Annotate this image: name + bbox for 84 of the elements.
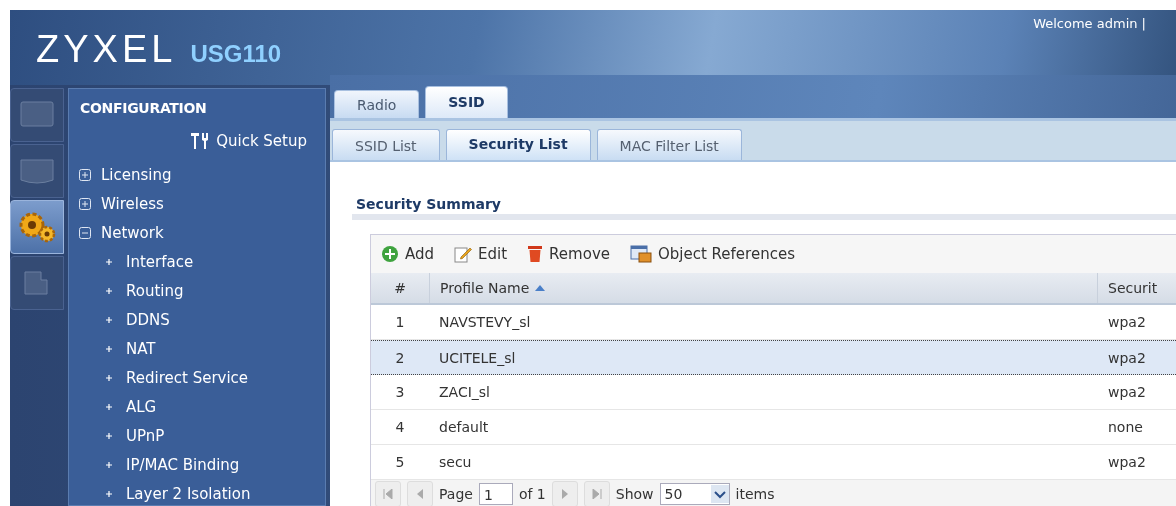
subtab[interactable]: MAC Filter List: [596, 129, 742, 160]
toolbar-button[interactable]: Add: [381, 245, 435, 263]
toolbar-button[interactable]: Edit: [454, 245, 508, 263]
monitor-icon: [19, 156, 55, 186]
show-label: Show: [615, 486, 654, 502]
sidebar-subitem[interactable]: NAT: [69, 334, 325, 363]
bullet-icon: [106, 345, 112, 352]
table-cell-text: none: [1107, 419, 1144, 435]
bullet-icon: [106, 316, 112, 323]
next-icon: [559, 489, 570, 499]
table-cell-text: 5: [394, 454, 406, 470]
table-cell-text: NAVSTEVY_sl: [438, 314, 532, 330]
bullet-icon: [106, 258, 112, 265]
welcome-text: Welcome admin |: [1033, 15, 1146, 33]
sidebar-item[interactable]: Wireless: [69, 189, 325, 218]
expander-icon: [79, 168, 91, 181]
sidebar-subitem[interactable]: Routing: [69, 276, 325, 305]
logo: ZYXEL: [36, 28, 177, 71]
sidebar-subitem[interactable]: DDNS: [69, 305, 325, 334]
subtab[interactable]: SSID List: [332, 129, 440, 160]
previous-page-button[interactable]: [407, 481, 433, 506]
screen-icon: [19, 100, 55, 130]
trash-icon: [527, 245, 544, 263]
table-cell-text: UCITELE_sl: [438, 349, 517, 366]
section-title: Security Summary: [352, 196, 1176, 220]
window-icon: [630, 245, 652, 263]
table-row[interactable]: 3 ZACI_sl wpa2: [371, 375, 1176, 410]
bullet-icon: [106, 432, 112, 439]
page-size-dropdown[interactable]: 50: [659, 483, 730, 505]
toolbar-button[interactable]: Object References: [630, 245, 795, 263]
sidebar-subitem[interactable]: ALG: [69, 392, 325, 421]
add-icon: [381, 245, 399, 263]
expander-icon: [79, 226, 91, 239]
sidebar-subitem[interactable]: Layer 2 Isolation: [69, 479, 325, 506]
last-page-button[interactable]: [583, 481, 610, 506]
tab[interactable]: Radio: [334, 90, 420, 118]
table-cell-text: ZACI_sl: [438, 384, 491, 400]
table-cell-text: secu: [438, 454, 473, 470]
table-cell-text: 1: [394, 314, 406, 330]
quick-setup-link[interactable]: Quick Setup: [190, 116, 325, 160]
first-page-icon: [383, 489, 393, 499]
page-count: of 1: [518, 486, 546, 502]
table-cell-text: wpa2: [1107, 384, 1147, 400]
nav-rail-button[interactable]: [10, 200, 64, 254]
previous-icon: [415, 489, 425, 499]
first-page-button[interactable]: [375, 481, 401, 506]
last-page-icon: [591, 489, 602, 499]
expander-icon: [79, 197, 91, 210]
table-cell-text: 4: [394, 419, 406, 435]
tab[interactable]: SSID: [425, 86, 508, 118]
sidebar-item[interactable]: Network: [69, 218, 325, 247]
next-page-button[interactable]: [551, 481, 578, 506]
column-header[interactable]: #: [371, 273, 430, 303]
model-name: USG110: [190, 40, 282, 68]
sidebar-subitem[interactable]: UPnP: [69, 421, 325, 450]
sidebar-item[interactable]: Licensing: [69, 160, 325, 189]
column-header[interactable]: Profile Name: [430, 273, 1098, 303]
items-label: items: [735, 486, 775, 502]
table-cell-text: 2: [394, 349, 406, 366]
table-row[interactable]: 2 UCITELE_sl wpa2: [371, 340, 1176, 375]
bullet-icon: [106, 461, 112, 468]
sidebar-subitem[interactable]: IP/MAC Binding: [69, 450, 325, 479]
sidebar-subitem[interactable]: Redirect Service: [69, 363, 325, 392]
tools-icon: [190, 132, 211, 150]
table-cell-text: wpa2: [1107, 349, 1147, 366]
page-label: Page: [439, 486, 473, 502]
sidebar-title: CONFIGURATION: [79, 99, 208, 116]
table-cell-text: 3: [394, 384, 406, 400]
table-cell-text: wpa2: [1107, 454, 1147, 470]
toolbar-button[interactable]: Remove: [527, 245, 610, 263]
bullet-icon: [106, 403, 112, 410]
bullet-icon: [106, 490, 112, 497]
column-header[interactable]: Securit: [1098, 273, 1176, 303]
table-cell-text: wpa2: [1107, 314, 1147, 330]
table-row[interactable]: 4 default none: [371, 410, 1176, 445]
gears-icon: [17, 210, 57, 244]
sidebar-subitem[interactable]: Interface: [69, 247, 325, 276]
dropdown-icon: [710, 485, 729, 503]
subtab[interactable]: Security List: [445, 129, 591, 160]
edit-icon: [454, 245, 473, 263]
bullet-icon: [106, 287, 112, 294]
table-cell-text: default: [438, 419, 490, 435]
page-input[interactable]: 1: [478, 483, 513, 505]
bullet-icon: [106, 374, 112, 381]
